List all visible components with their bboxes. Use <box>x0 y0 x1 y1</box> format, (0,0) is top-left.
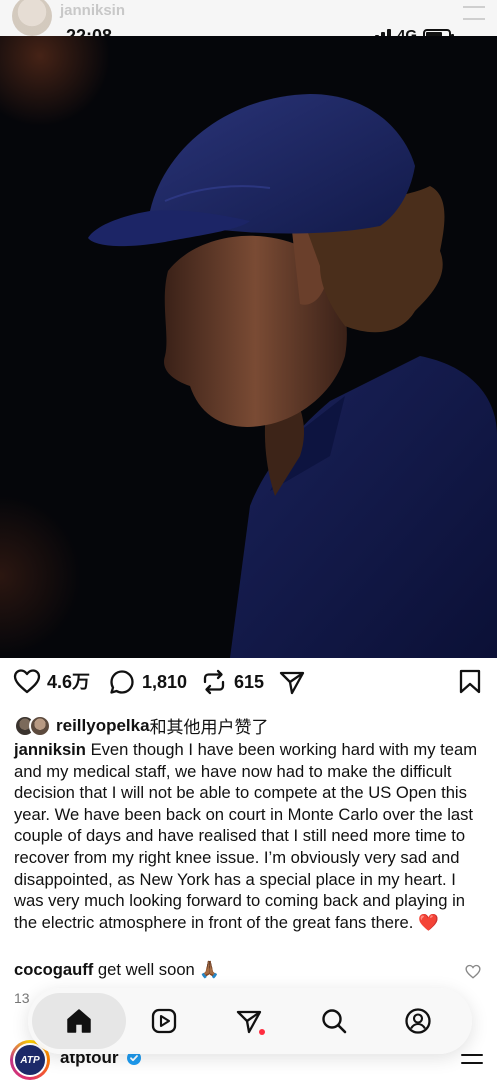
like-action[interactable]: 4.6万 <box>13 668 90 694</box>
comment-icon <box>110 670 134 694</box>
comment-like-icon[interactable] <box>465 964 481 979</box>
bookmark-action[interactable] <box>458 668 482 694</box>
home-icon[interactable] <box>65 1007 93 1035</box>
liked-by-user[interactable]: reillyopelka <box>56 716 150 736</box>
share-icon <box>279 671 305 695</box>
post-actions: 4.6万 1,810 615 <box>0 668 497 702</box>
top-comment[interactable]: cocogauff get well soon 🙏🏾 <box>14 960 220 980</box>
prev-post-avatar <box>12 0 52 36</box>
search-icon[interactable] <box>320 1007 348 1035</box>
liker-avatar <box>29 714 51 737</box>
post-caption: janniksin Even though I have been workin… <box>14 739 486 933</box>
caption-heart-emoji: ❤️ <box>418 912 439 932</box>
bookmark-icon <box>459 669 481 694</box>
post-photo[interactable] <box>0 36 497 658</box>
like-count: 4.6万 <box>47 672 91 692</box>
status-bar: janniksin 22:08 4G <box>0 0 497 46</box>
comment-action[interactable]: 1,810 <box>108 668 187 696</box>
heart-icon <box>13 669 41 694</box>
comment-count: 1,810 <box>142 671 188 692</box>
more-options-icon[interactable] <box>461 1054 483 1070</box>
notification-dot <box>259 1029 265 1035</box>
share-action[interactable] <box>278 668 306 696</box>
caption-text: Even though I have been working hard wit… <box>14 740 478 932</box>
reels-icon[interactable] <box>150 1007 178 1035</box>
prev-post-username: janniksin <box>60 2 126 19</box>
caption-username[interactable]: janniksin <box>14 740 86 759</box>
liked-by[interactable]: reillyopelka 和其他用户赞了 <box>14 713 269 738</box>
profile-icon[interactable] <box>404 1007 432 1035</box>
repost-count: 615 <box>234 671 265 692</box>
repost-icon <box>203 669 225 695</box>
repost-action[interactable]: 615 <box>200 668 264 696</box>
bottom-nav <box>28 988 472 1054</box>
comment-username[interactable]: cocogauff <box>14 960 93 979</box>
liked-by-suffix: 和其他用户赞了 <box>149 718 269 737</box>
comment-text: get well soon <box>97 960 195 979</box>
comment-emoji: 🙏🏾 <box>199 960 221 979</box>
prev-post-menu-icon <box>463 6 485 20</box>
partial-count: 13 <box>14 990 30 1006</box>
player-silhouette-image <box>0 36 497 658</box>
